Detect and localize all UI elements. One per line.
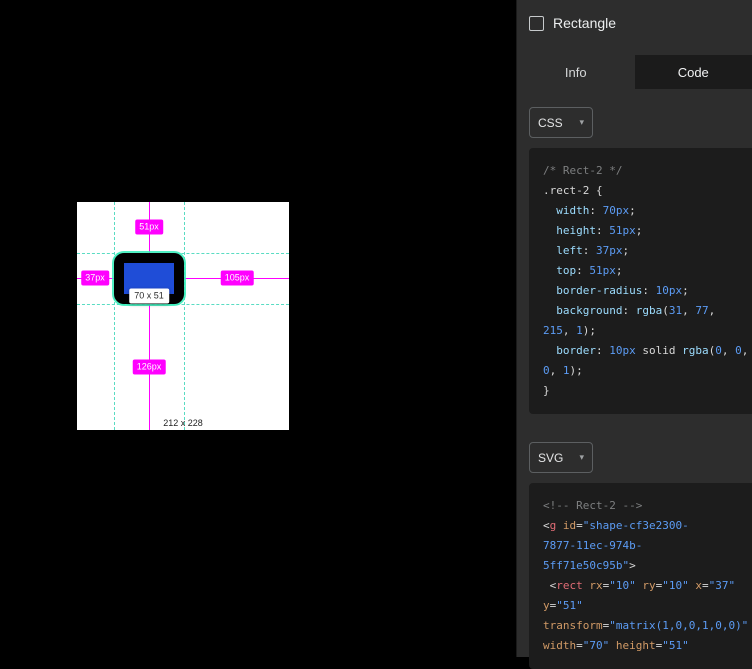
css-dropdown-value: CSS [538,116,563,130]
artboard[interactable]: 51px 37px 105px 126px 70 x 51 212 x 228 [77,202,289,430]
guide-line-top [77,253,289,254]
code-line: background: rgba(31, 77, [543,301,752,321]
selected-shape-title: Rectangle [553,15,616,31]
css-language-dropdown[interactable]: CSS ▾ [529,107,593,138]
tab-info[interactable]: Info [517,55,635,89]
css-code-block: /* Rect-2 */.rect-2 { width: 70px; heigh… [529,148,752,414]
guide-line-left [114,202,115,430]
code-line: width="70" height="51" [543,636,752,656]
selected-shape-header: Rectangle [517,0,752,55]
guide-line-bottom [77,304,289,305]
code-line: top: 51px; [543,261,752,281]
tab-code[interactable]: Code [635,55,752,89]
measurement-label-right: 105px [221,271,254,286]
code-line: 5ff71e50c95b"> [543,556,752,576]
code-line: transform="matrix(1,0,0,1,0,0)" [543,616,752,636]
measurement-label-bottom: 126px [133,360,166,375]
code-line: border-radius: 10px; [543,281,752,301]
code-line: 215, 1); [543,321,752,341]
code-line: } [543,381,752,401]
board-size-label: 212 x 228 [163,418,203,428]
code-line: /* Rect-2 */ [543,161,752,181]
code-line: .rect-2 { [543,181,752,201]
inspect-panel: Rectangle Info Code CSS ▾ /* Rect-2 */.r… [516,0,752,657]
measurement-label-top: 51px [135,220,163,235]
measurement-label-left: 37px [81,271,109,286]
chevron-down-icon: ▾ [579,117,584,128]
panel-tabs: Info Code [517,55,752,89]
code-line: border: 10px solid rgba(0, 0, [543,341,752,361]
svg-code-block: <!-- Rect-2 --><g id="shape-cf3e2300-787… [529,483,752,669]
code-line: <rect rx="10" ry="10" x="37" [543,576,752,596]
code-line: y="51" [543,596,752,616]
code-line: <g id="shape-cf3e2300- [543,516,752,536]
guide-line-right [184,202,185,430]
code-line: left: 37px; [543,241,752,261]
shape-checkbox[interactable] [529,16,544,31]
code-line: width: 70px; [543,201,752,221]
canvas-viewport[interactable]: 51px 37px 105px 126px 70 x 51 212 x 228 [0,0,516,657]
svg-dropdown-value: SVG [538,451,563,465]
code-line: 0, 1); [543,361,752,381]
code-line: 7877-11ec-974b- [543,536,752,556]
code-panel-body: CSS ▾ /* Rect-2 */.rect-2 { width: 70px;… [517,89,752,669]
shape-size-label: 70 x 51 [129,289,169,304]
chevron-down-icon: ▾ [579,452,584,463]
svg-language-dropdown[interactable]: SVG ▾ [529,442,593,473]
code-line: <!-- Rect-2 --> [543,496,752,516]
code-line: height: 51px; [543,221,752,241]
